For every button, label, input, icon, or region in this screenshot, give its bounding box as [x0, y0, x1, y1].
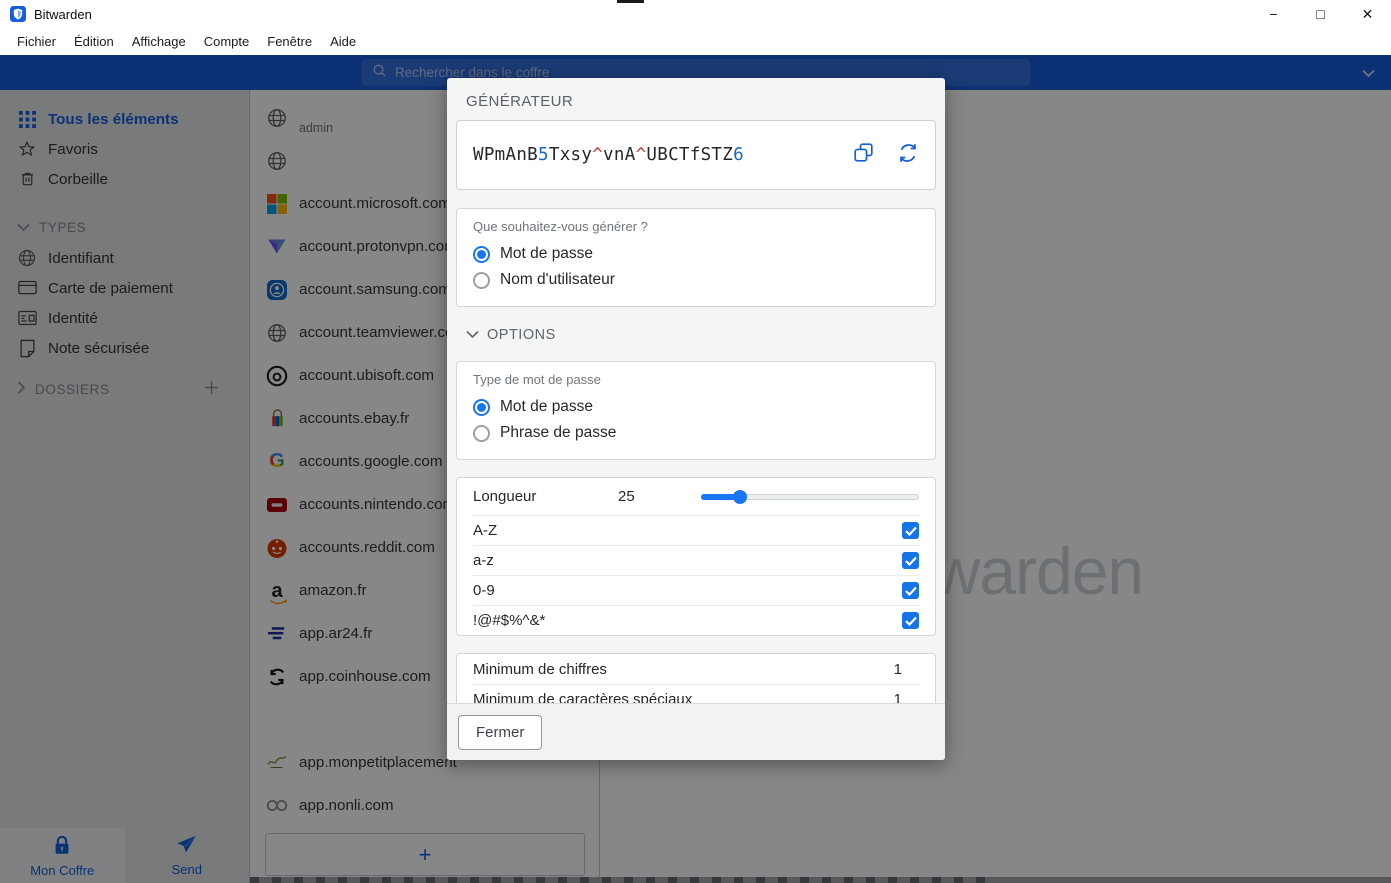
what-to-generate-label: Que souhaitez-vous générer ? [473, 219, 919, 234]
what-to-generate-group: Que souhaitez-vous générer ? Mot de pass… [456, 208, 936, 307]
minimum-row: Minimum de chiffres1 [473, 654, 919, 684]
menu-bar: FichierÉditionAffichageCompteFenêtreAide [0, 28, 1391, 55]
length-value: 25 [618, 488, 688, 505]
radio-icon [473, 246, 490, 263]
length-label: Longueur [473, 488, 618, 505]
generate-radio-mot-de-passe[interactable]: Mot de passe [473, 241, 919, 267]
window-top-edge [617, 0, 644, 3]
generated-password[interactable]: WPmAnB5Txsy^vnA^UBCTfSTZ6 [473, 145, 853, 165]
copy-password-icon[interactable] [853, 142, 874, 168]
password-type-group: Type de mot de passe Mot de passePhrase … [456, 361, 936, 460]
password-type-label: Type de mot de passe [473, 372, 919, 387]
length-and-charsets-box: Longueur 25 A-Za-z0-9!@#$%^&* [456, 477, 936, 636]
checkbox-checked-icon[interactable] [902, 552, 919, 569]
close-button[interactable]: ✕ [1344, 0, 1391, 28]
checkbox-checked-icon[interactable] [902, 582, 919, 599]
charset-row: A-Z [473, 515, 919, 545]
charset-row: !@#$%^&* [473, 605, 919, 635]
menu-compte[interactable]: Compte [195, 29, 259, 54]
generated-password-field[interactable]: WPmAnB5Txsy^vnA^UBCTfSTZ6 [456, 120, 936, 190]
regenerate-password-icon[interactable] [897, 142, 919, 169]
modal-footer: Fermer [447, 703, 945, 760]
chevron-down-icon [466, 327, 479, 343]
menu-fenêtre[interactable]: Fenêtre [258, 29, 321, 54]
radio-icon [473, 425, 490, 442]
generator-modal: GÉNÉRATEUR WPmAnB5Txsy^vnA^UBCTfSTZ6 Que… [447, 78, 945, 760]
maximize-button[interactable]: □ [1297, 0, 1344, 28]
menu-édition[interactable]: Édition [65, 29, 123, 54]
checkbox-checked-icon[interactable] [902, 612, 919, 629]
menu-fichier[interactable]: Fichier [8, 29, 65, 54]
bitwarden-logo-icon [10, 6, 26, 22]
menu-affichage[interactable]: Affichage [123, 29, 195, 54]
minimum-value[interactable]: 1 [894, 661, 902, 678]
generate-radio-nom-d-utilisateur[interactable]: Nom d'utilisateur [473, 267, 919, 293]
charset-row: 0-9 [473, 575, 919, 605]
minimize-button[interactable]: − [1250, 0, 1297, 28]
radio-icon [473, 272, 490, 289]
radio-icon [473, 399, 490, 416]
checkbox-checked-icon[interactable] [902, 522, 919, 539]
generator-title: GÉNÉRATEUR [447, 78, 945, 119]
length-slider[interactable] [701, 490, 919, 504]
window-titlebar: Bitwarden −□✕ [0, 0, 1391, 28]
options-toggle[interactable]: OPTIONS [466, 327, 945, 343]
password-type-radio-mot-de-passe[interactable]: Mot de passe [473, 394, 919, 420]
close-button[interactable]: Fermer [458, 715, 542, 750]
password-type-radio-phrase-de-passe[interactable]: Phrase de passe [473, 420, 919, 446]
window-title: Bitwarden [34, 7, 92, 22]
window-controls: −□✕ [1250, 0, 1391, 28]
length-row: Longueur 25 [473, 478, 919, 515]
menu-aide[interactable]: Aide [321, 29, 365, 54]
charset-row: a-z [473, 545, 919, 575]
